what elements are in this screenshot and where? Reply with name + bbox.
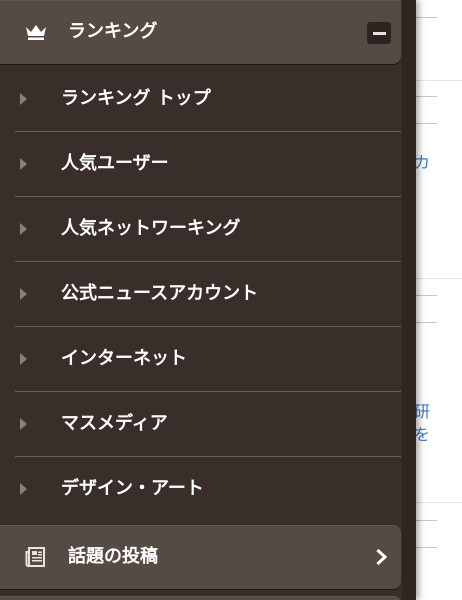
triangle-right-icon <box>20 352 27 365</box>
drawer-edge <box>402 0 416 600</box>
screen: カ 研 を ランキング ランキング トップ 人気ユーザー 人気ネットワーキング … <box>0 0 462 600</box>
menu-item-mass-media[interactable]: マスメディア <box>0 391 401 456</box>
menu-item-label: デザイン・アート <box>61 477 204 499</box>
topics-section-header[interactable]: 話題の投稿 <box>0 525 401 589</box>
menu-item-popular-networking[interactable]: 人気ネットワーキング <box>0 196 401 261</box>
next-section-header[interactable] <box>0 596 401 600</box>
background-link-text[interactable]: 研 <box>414 401 430 423</box>
collapse-icon[interactable] <box>367 22 391 44</box>
background-link-text[interactable]: を <box>414 424 430 446</box>
triangle-right-icon <box>20 222 27 235</box>
newspaper-icon <box>22 543 50 571</box>
triangle-right-icon <box>20 157 27 170</box>
side-drawer: ランキング ランキング トップ 人気ユーザー 人気ネットワーキング 公式ニュース… <box>0 0 416 600</box>
menu-item-popular-users[interactable]: 人気ユーザー <box>0 131 401 196</box>
menu-item-label: 人気ネットワーキング <box>61 217 241 239</box>
triangle-right-icon <box>20 482 27 495</box>
triangle-right-icon <box>20 417 27 430</box>
crown-icon <box>22 18 50 46</box>
menu-item-label: 人気ユーザー <box>61 152 169 174</box>
menu-item-official-news[interactable]: 公式ニュースアカウント <box>0 261 401 326</box>
menu-item-label: マスメディア <box>61 412 168 434</box>
menu-item-label: インターネット <box>61 347 187 369</box>
menu-item-label: 公式ニュースアカウント <box>61 282 259 304</box>
ranking-section-title: ランキング <box>68 21 158 42</box>
triangle-right-icon <box>20 92 27 105</box>
topics-section-title: 話題の投稿 <box>68 546 158 567</box>
menu-item-label: ランキング トップ <box>61 87 211 109</box>
chevron-right-icon <box>374 547 390 567</box>
menu-item-internet[interactable]: インターネット <box>0 326 401 391</box>
triangle-right-icon <box>20 287 27 300</box>
background-link-text[interactable]: カ <box>414 152 430 174</box>
menu-item-design-art[interactable]: デザイン・アート <box>0 456 401 521</box>
menu-item-ranking-top[interactable]: ランキング トップ <box>0 66 401 131</box>
ranking-section-header[interactable]: ランキング <box>0 0 401 64</box>
